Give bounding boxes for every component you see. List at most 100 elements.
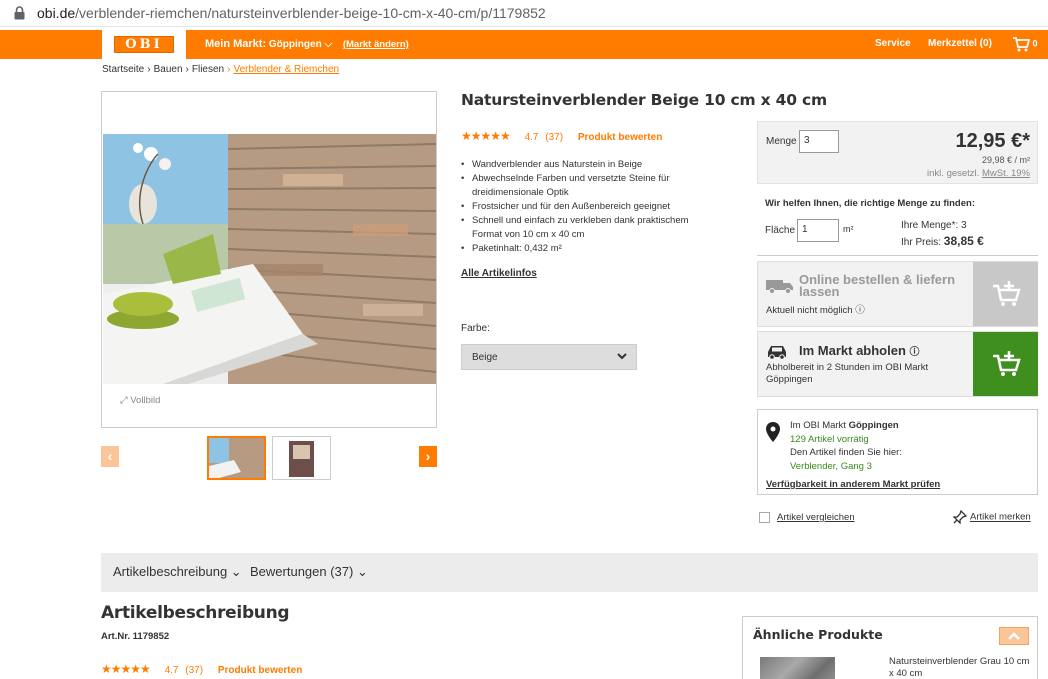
pickup-status: Abholbereit in 2 Stunden im OBI Markt Gö… [766,362,929,385]
breadcrumb-current[interactable]: Verblender & Riemchen [233,64,339,75]
your-quantity: Ihre Menge*: 3 [901,220,967,231]
service-link[interactable]: Service [875,38,911,49]
market-name: Göppingen [268,39,322,50]
online-order-option: Online bestellen & liefern lassen Aktuel… [757,261,1038,327]
unit-price: 29,98 € / m² [981,155,1030,165]
rate-product-link[interactable]: Produkt bewerten [578,132,662,143]
all-info-link[interactable]: Alle Artikelinfos [461,268,537,279]
car-icon [768,346,786,360]
feature-item: Abwechselnde Farben und versetzte Steine… [461,172,721,200]
similar-product-name[interactable]: Natursteinverblender Grau 10 cm x 40 cm [889,656,1034,679]
chevron-down-icon: ⌵ [324,39,333,50]
feature-item: Schnell und einfach zu verkleben dank pr… [461,214,721,242]
fullscreen-button[interactable]: ⤢ Vollbild [120,395,160,406]
feature-list: Wandverblender aus Naturstein in Beige A… [461,158,721,256]
quantity-helper: Wir helfen Ihnen, die richtige Menge zu … [757,188,1038,256]
rating-value: 4.7 [164,665,179,676]
cart-icon [1013,37,1031,52]
chevron-up-icon [1008,632,1020,640]
color-select[interactable]: Beige [461,344,637,370]
color-label: Farbe: [461,323,490,334]
stock-status: 129 Artikel vorrätig [790,434,869,445]
description-rating: ★★★★★ 4.7 (37) Produkt bewerten [101,662,302,676]
location-pin-icon [766,422,780,442]
price: 12,95 €* [955,130,1030,152]
feature-item: Paketinhalt: 0,432 m² [461,242,721,256]
rating-count[interactable]: (37) [545,132,563,143]
breadcrumb-item[interactable]: Bauen [154,64,183,75]
market-availability: Im OBI Markt Göppingen 129 Artikel vorrä… [757,409,1038,495]
pickup-title: Im Markt abholen ⓘ [799,343,920,358]
similar-heading: Ähnliche Produkte [753,627,883,642]
lock-icon [14,6,25,20]
scroll-up-button[interactable] [999,627,1029,645]
tab-reviews[interactable]: Bewertungen (37) ⌄ [250,564,368,580]
star-rating-icon: ★★★★★ [461,129,511,143]
price-box: Menge 3 12,95 €* 29,98 € / m² inkl. gese… [757,121,1038,184]
your-price: Ihr Preis: 38,85 € [901,234,984,248]
thumbnail-image [273,437,330,479]
rating-count[interactable]: (37) [185,665,203,676]
thumbnail-2[interactable] [272,436,331,480]
rating-value: 4.7 [524,132,539,143]
cart-count: 0 [1032,38,1038,49]
similar-product-image[interactable] [760,657,835,679]
pin-icon [952,509,968,525]
tab-description[interactable]: Artikelbeschreibung ⌄ [113,564,242,580]
area-label: Fläche [765,225,796,236]
obi-logo[interactable]: OBI [102,30,186,59]
gallery-next-button[interactable]: › [419,446,437,467]
remember-item-link[interactable]: Artikel merken [952,509,1031,525]
quantity-input[interactable]: 3 [799,130,839,153]
check-other-market-link[interactable]: Verfügbarkeit in anderem Markt prüfen [766,479,940,490]
product-rating: ★★★★★ 4.7 (37) Produkt bewerten [461,129,662,143]
article-number: Art.Nr. 1179852 [101,631,170,642]
info-icon[interactable]: ⓘ [855,305,865,316]
area-input[interactable]: 1 [797,219,839,242]
feature-item: Frostsicher und für den Außenbereich gee… [461,200,721,214]
product-image-box: ⤢ Vollbild [101,91,437,428]
merkzettel-link[interactable]: Merkzettel (0) [928,38,992,49]
chevron-down-icon [617,353,627,360]
breadcrumb-item[interactable]: Fliesen [192,64,224,75]
add-to-cart-delivery-button[interactable] [973,262,1038,326]
gallery-prev-button[interactable]: ‹ [101,446,119,467]
helper-heading: Wir helfen Ihnen, die richtige Menge zu … [765,198,975,209]
thumbnail-image [209,438,264,478]
compare-checkbox[interactable] [759,512,770,523]
star-rating-icon: ★★★★★ [101,662,151,676]
vat-link[interactable]: MwSt. 19% [982,168,1030,179]
breadcrumb: Startseite › Bauen › Fliesen › Verblender & Ri… [102,64,340,75]
my-market[interactable]: Mein Markt: Göppingen ⌵ (Markt ändern) [205,38,409,50]
compare-item[interactable]: Artikel vergleichen [759,512,855,523]
info-icon[interactable]: ⓘ [910,347,920,358]
online-order-title: Online bestellen & liefern lassen [799,272,956,299]
breadcrumb-item[interactable]: Startseite [102,64,144,75]
product-title: Natursteinverblender Beige 10 cm x 40 cm [461,91,827,109]
thumbnail-1[interactable] [207,436,266,480]
vat-note: inkl. gesetzl. MwSt. 19% [927,168,1030,179]
similar-products: Ähnliche Produkte Natursteinverblender G… [742,616,1038,679]
chevron-down-icon: ⌄ [353,564,368,579]
chevron-down-icon: ⌄ [227,564,242,579]
url-text[interactable]: obi.de/verblender-riemchen/natursteinver… [37,5,546,21]
feature-item: Wandverblender aus Naturstein in Beige [461,158,721,172]
add-to-cart-pickup-button[interactable] [973,332,1038,396]
address-bar[interactable]: obi.de/verblender-riemchen/natursteinver… [0,0,1048,27]
truck-icon [766,280,793,294]
quantity-label: Menge [766,136,797,147]
area-unit: m² [843,224,854,234]
aisle-location: Verblender, Gang 3 [790,461,872,472]
expand-icon: ⤢ [120,395,128,406]
find-here-label: Den Artikel finden Sie hier: [790,447,902,458]
description-heading: Artikelbeschreibung [101,603,290,623]
section-tabs: Artikelbeschreibung ⌄ Bewertungen (37) ⌄ [101,553,1038,592]
online-order-status: Aktuell nicht möglich ⓘ [766,305,865,316]
cart-plus-icon [993,351,1021,376]
rate-product-link[interactable]: Produkt bewerten [218,665,302,676]
product-photo[interactable] [103,134,436,384]
store-pickup-option: Im Markt abholen ⓘ Abholbereit in 2 Stun… [757,331,1038,397]
logo-text: OBI [114,36,174,53]
cart-button[interactable]: 0 [1012,36,1038,52]
change-market-link[interactable]: (Markt ändern) [343,39,409,50]
